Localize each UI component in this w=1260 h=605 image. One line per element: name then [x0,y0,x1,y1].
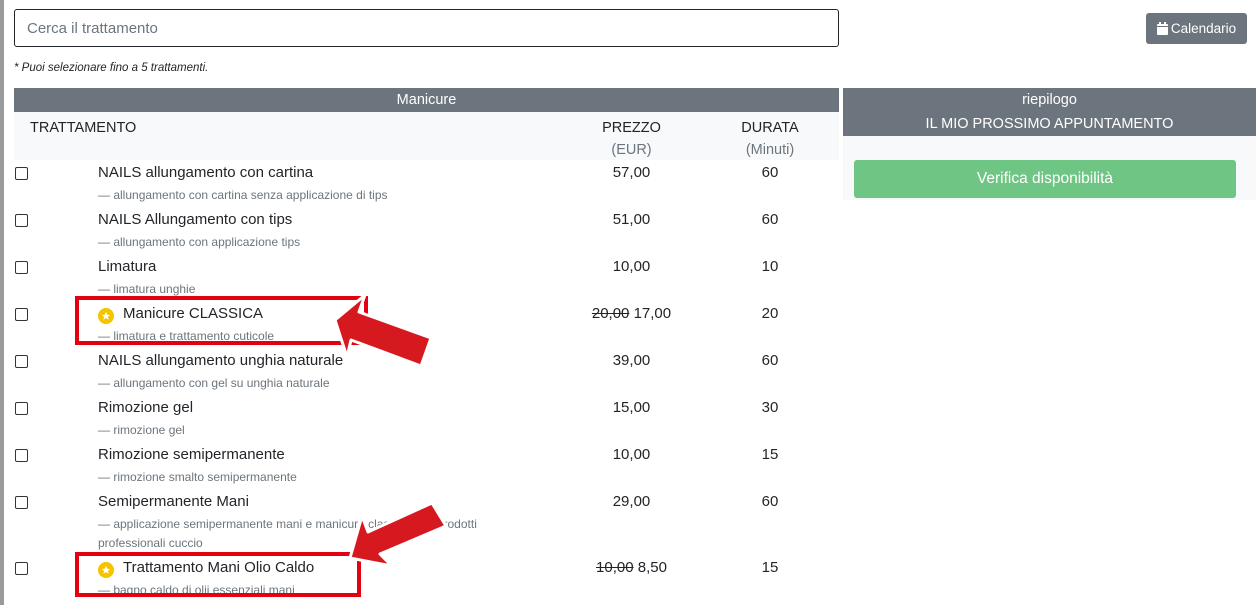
treatment-checkbox[interactable] [15,449,28,462]
current-price: 15,00 [612,399,651,416]
treatment-name: Limatura [98,258,157,275]
calendar-icon [1156,22,1168,35]
summary-subtitle: IL MIO PROSSIMO APPUNTAMENTO [925,116,1174,132]
treatment-description: — allungamento con applicazione tips [98,235,301,249]
window-edge [0,0,4,605]
category-header: Manicure [14,88,839,112]
treatment-checkbox[interactable] [15,496,28,509]
current-price: 51,00 [612,211,651,228]
calendar-button-label: Calendario [1170,21,1237,36]
treatment-duration: 30 [761,399,779,416]
treatment-description: — applicazione semipermanente mani e man… [98,517,477,550]
treatment-price: 10,00 [574,258,689,276]
treatment-duration: 60 [761,352,779,369]
treatment-price: 29,00 [574,493,689,511]
treatment-duration: 10 [761,258,779,275]
current-price: 8,50 [637,559,667,576]
treatment-row: NAILS Allungamento con tips — allungament… [14,207,839,251]
treatment-name: Semipermanente Mani [98,493,249,510]
annotation-arrow-icon [348,501,448,568]
current-price: 29,00 [612,493,651,510]
highlight-box [75,552,361,597]
treatment-row: Rimozione gel — rimozione gel 15,00 30 [14,395,839,439]
summary-title: riepilogo [1022,92,1077,108]
treatment-price: 10,00 8,50 [574,559,689,577]
column-duration-unit: (Minuti) [745,142,795,158]
old-price: 10,00 [596,559,634,576]
treatment-checkbox[interactable] [15,308,28,321]
current-price: 39,00 [612,352,651,369]
current-price: 57,00 [612,164,651,181]
column-duration-label: DURATA [741,120,799,136]
treatment-price: 39,00 [574,352,689,370]
column-duration: DURATA (Minuti) [714,117,826,161]
calendar-button[interactable]: Calendario [1146,13,1247,44]
treatment-duration: 60 [761,164,779,181]
treatment-checkbox[interactable] [15,402,28,415]
treatment-checkbox[interactable] [15,562,28,575]
verify-availability-button[interactable]: Verifica disponibilità [854,160,1236,198]
treatment-duration: 60 [761,493,779,510]
old-price: 20,00 [591,305,630,322]
treatment-row: NAILS allungamento con cartina — allungam… [14,160,839,204]
current-price: 10,00 [612,258,651,275]
column-price-label: PREZZO [602,120,661,136]
treatment-row: Rimozione semipermanente — rimozione smal… [14,442,839,486]
treatment-duration: 15 [761,559,779,576]
treatment-price: 51,00 [574,211,689,229]
current-price: 17,00 [633,305,672,322]
treatment-name: NAILS Allungamento con tips [98,211,293,228]
treatment-price: 20,00 17,00 [574,305,689,323]
selection-note: * Puoi selezionare fino a 5 trattamenti. [14,62,209,74]
column-treatment: TRATTAMENTO [30,120,137,136]
treatment-description: — allungamento con gel su unghia natural… [98,376,330,390]
treatment-duration: 20 [761,305,779,322]
column-header-row: TRATTAMENTO PREZZO (EUR) DURATA (Minuti) [14,112,839,160]
treatment-checkbox[interactable] [15,214,28,227]
treatment-name: Rimozione gel [98,399,194,416]
search-input[interactable] [14,9,839,47]
treatment-price: 10,00 [574,446,689,464]
treatment-price: 15,00 [574,399,689,417]
treatment-name: NAILS allungamento unghia naturale [98,352,344,369]
current-price: 10,00 [612,446,651,463]
treatment-name: NAILS allungamento con cartina [98,164,314,181]
treatment-description: — rimozione smalto semipermanente [98,470,297,484]
treatment-description: — rimozione gel [98,423,185,437]
treatment-checkbox[interactable] [15,261,28,274]
treatment-name: Rimozione semipermanente [98,446,285,463]
summary-header: riepilogo IL MIO PROSSIMO APPUNTAMENTO [843,88,1256,136]
treatment-price: 57,00 [574,164,689,182]
treatment-checkbox[interactable] [15,355,28,368]
column-price-unit: (EUR) [611,142,652,158]
treatment-description: — allungamento con cartina senza applica… [98,188,388,202]
treatment-checkbox[interactable] [15,167,28,180]
treatment-duration: 15 [761,446,779,463]
annotation-arrow-icon [333,293,433,368]
treatment-duration: 60 [761,211,779,228]
column-price: PREZZO (EUR) [574,117,689,161]
